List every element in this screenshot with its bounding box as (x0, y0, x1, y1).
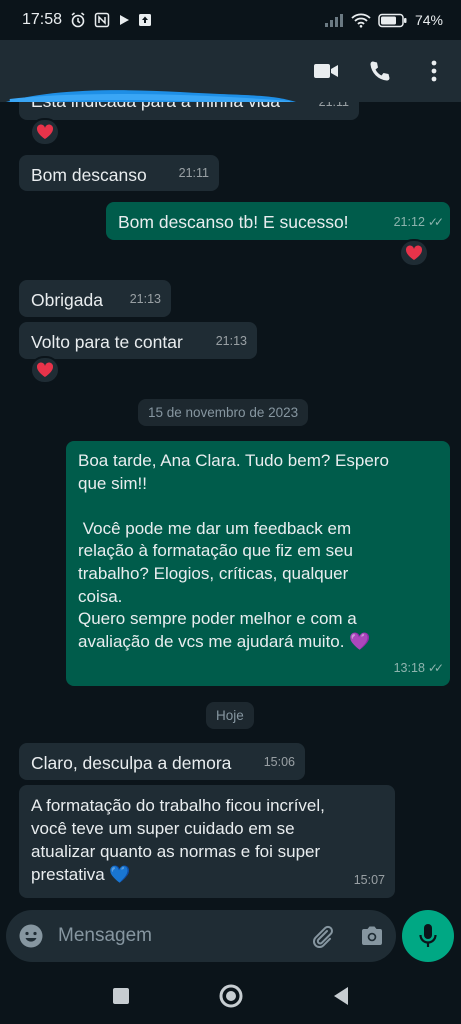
alarm-icon (70, 12, 86, 28)
message-time-value: 21:12 (393, 215, 425, 229)
message-time-value: 15:06 (263, 755, 295, 769)
message-line: prestativa 💙 (31, 865, 131, 884)
message-line: atualizar quanto as normas e foi super (31, 842, 321, 861)
message-time-value: 21:13 (129, 292, 161, 306)
voice-message-button[interactable] (402, 910, 454, 962)
battery-percent: 74% (414, 12, 443, 28)
message-text: Obrigada (31, 290, 103, 310)
message-text: Boa tarde, Ana Clara. Tudo bem? Espero q… (78, 450, 438, 653)
message-time-value: 13:18 (393, 661, 425, 675)
reaction-heart[interactable] (30, 118, 60, 146)
message-time: 13:18 ✓✓ (393, 657, 444, 680)
play-icon (118, 14, 130, 26)
battery-percent-value: 74 (414, 12, 431, 28)
message-time: 15:06 (264, 751, 295, 774)
message-line: Quero sempre poder melhor e com a (78, 609, 357, 629)
signal-icon (324, 13, 344, 27)
message-incoming[interactable]: Está indicada para a minha vida 21:11 (19, 102, 359, 120)
status-bar: 17:58 74% (0, 0, 461, 40)
emoji-icon[interactable] (18, 923, 44, 949)
chat-header (0, 40, 461, 125)
heart-icon (36, 362, 54, 377)
chat-area[interactable]: Está indicada para a minha vida 21:11 Bo… (0, 102, 461, 910)
message-line-blank (78, 495, 438, 518)
status-left: 17:58 (22, 11, 152, 29)
composer-bar: Mensagem (0, 910, 461, 962)
message-time-value: 21:11 (178, 166, 209, 180)
message-text: Claro, desculpa a demora (31, 753, 232, 773)
back-triangle-icon[interactable] (326, 981, 356, 1011)
voice-call-icon[interactable] (367, 58, 393, 84)
message-time: 21:12 ✓✓ (393, 211, 444, 234)
more-options-icon[interactable] (421, 58, 447, 84)
read-ticks-icon: ✓✓ (427, 215, 444, 229)
message-line: coisa. (78, 586, 123, 606)
recents-square-icon[interactable] (106, 981, 136, 1011)
date-separator: 15 de novembro de 2023 (138, 399, 309, 426)
message-time: 21:13 (130, 288, 161, 311)
message-incoming[interactable]: Claro, desculpa a demora 15:06 (19, 743, 305, 780)
microphone-icon (419, 924, 437, 947)
message-time: 15:07 (354, 869, 385, 892)
reaction-heart[interactable] (30, 356, 60, 384)
nfc-icon (94, 12, 110, 28)
message-incoming[interactable]: Volto para te contar 21:13 (19, 322, 257, 359)
message-text: Volto para te contar (31, 332, 183, 352)
message-line: relação à formatação que fiz em seu (78, 541, 353, 561)
message-line: você teve um super cuidado em se (31, 819, 295, 838)
message-line: A formatação do trabalho ficou incrível, (31, 796, 325, 815)
message-outgoing[interactable]: Boa tarde, Ana Clara. Tudo bem? Espero q… (66, 441, 450, 686)
message-line: avaliação de vcs me ajudará muito. 💜 (78, 631, 371, 651)
message-time-value: 15:07 (353, 873, 385, 887)
message-text: Bom descanso tb! E sucesso! (118, 212, 349, 232)
message-time: 21:11 (319, 102, 349, 114)
message-line: Boa tarde, Ana Clara. Tudo bem? Espero (78, 451, 389, 470)
heart-icon (36, 124, 54, 139)
message-line: trabalho? Elogios, críticas, qualquer (78, 563, 349, 583)
message-line: que sim!! (78, 473, 147, 493)
attach-icon[interactable] (310, 924, 334, 948)
reaction-heart[interactable] (399, 239, 429, 267)
message-outgoing[interactable]: Bom descanso tb! E sucesso! 21:12 ✓✓ (106, 202, 450, 240)
message-input-placeholder: Mensagem (58, 925, 152, 946)
message-input[interactable]: Mensagem (6, 910, 396, 962)
message-incoming[interactable]: A formatação do trabalho ficou incrível,… (19, 785, 395, 898)
message-incoming[interactable]: Obrigada 21:13 (19, 280, 171, 317)
message-time: 21:11 (179, 162, 209, 185)
message-text: Está indicada para a minha vida (31, 102, 280, 113)
message-text: Bom descanso (31, 165, 147, 185)
message-time-value: 21:13 (215, 334, 247, 348)
message-line: Você pode me dar um feedback em (78, 518, 352, 538)
status-right: 74% (324, 12, 443, 28)
upload-icon (138, 13, 152, 27)
date-separator: Hoje (206, 702, 254, 729)
heart-icon (405, 245, 423, 260)
clock: 17:58 (22, 11, 63, 28)
wifi-icon (351, 13, 371, 28)
home-circle-icon[interactable] (216, 981, 246, 1011)
read-ticks-icon: ✓✓ (427, 661, 444, 675)
message-time-value: 21:11 (318, 102, 349, 109)
message-text: A formatação do trabalho ficou incrível,… (31, 794, 383, 886)
message-time: 21:13 (216, 330, 247, 353)
system-nav-bar (0, 968, 461, 1024)
battery-icon (378, 13, 408, 28)
message-incoming[interactable]: Bom descanso 21:11 (19, 155, 219, 191)
camera-icon[interactable] (360, 925, 384, 947)
video-call-icon[interactable] (313, 58, 339, 84)
